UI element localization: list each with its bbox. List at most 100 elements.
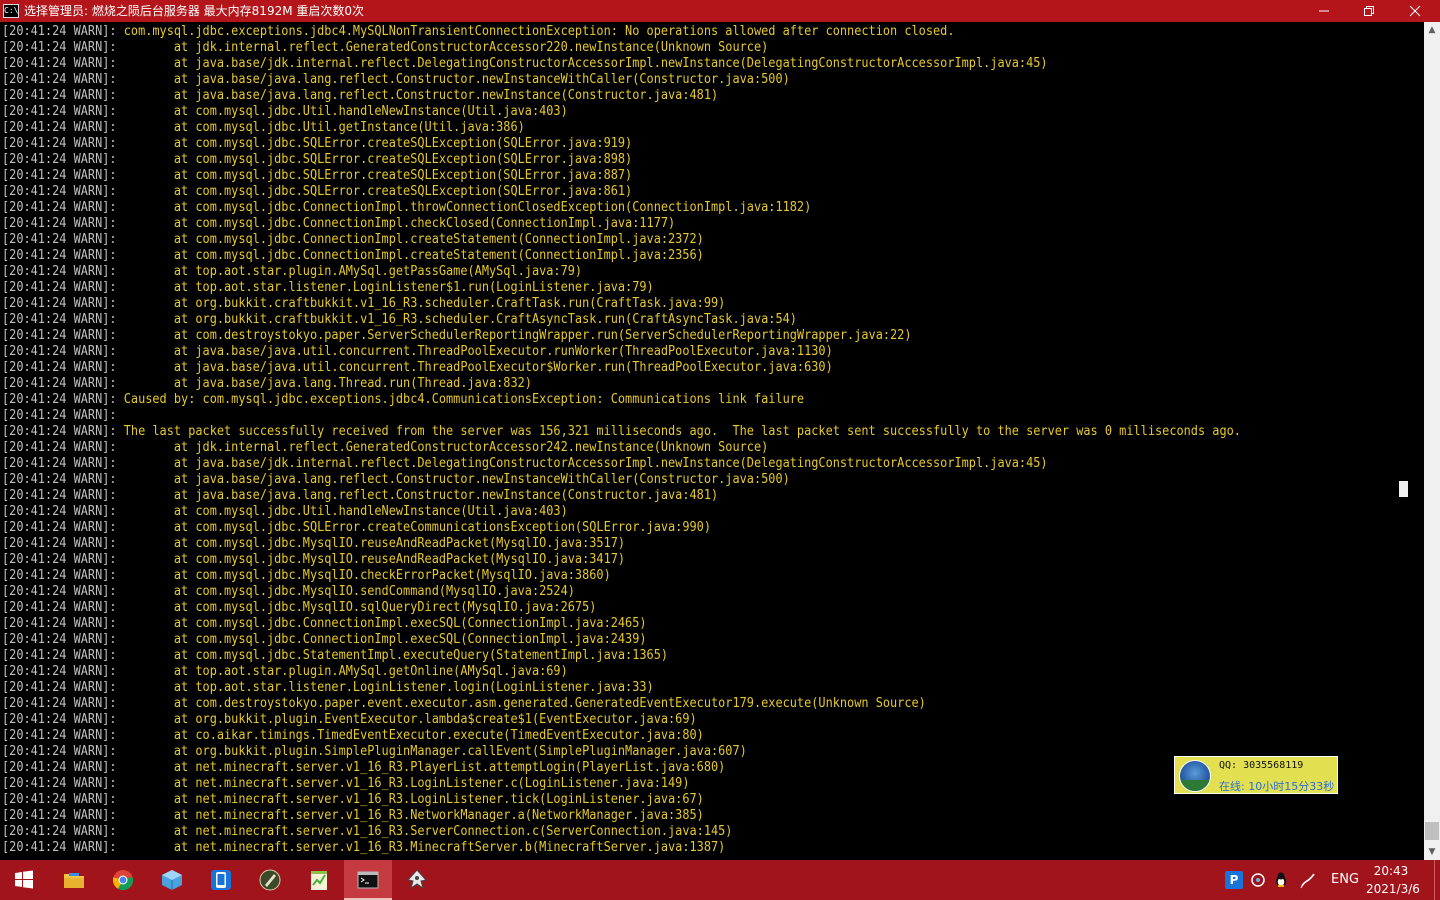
log-line: [20:41:24 WARN]: at java.base/java.lang.… [2, 488, 1241, 504]
log-message: at jdk.internal.reflect.GeneratedConstru… [123, 440, 769, 455]
log-prefix: [20:41:24 WARN]: [2, 568, 124, 583]
log-line: [20:41:24 WARN]: at top.aot.star.listene… [2, 680, 1241, 696]
log-prefix: [20:41:24 WARN]: [2, 120, 124, 135]
log-line: [20:41:24 WARN]: at com.mysql.jdbc.Conne… [2, 632, 1241, 648]
log-message: at java.base/java.util.concurrent.Thread… [123, 344, 833, 359]
log-line: [20:41:24 WARN]: [2, 408, 1241, 424]
log-message: at net.minecraft.server.v1_16_R3.PlayerL… [123, 760, 726, 775]
taskbar-command-prompt[interactable] [344, 860, 392, 900]
terminal-icon [357, 871, 379, 889]
log-line: [20:41:24 WARN]: at com.mysql.jdbc.Conne… [2, 616, 1241, 632]
log-message: at jdk.internal.reflect.GeneratedConstru… [123, 40, 769, 55]
log-prefix: [20:41:24 WARN]: [2, 72, 124, 87]
log-line: [20:41:24 WARN]: at top.aot.star.plugin.… [2, 664, 1241, 680]
log-message: at com.mysql.jdbc.Util.handleNewInstance… [123, 104, 568, 119]
restore-button[interactable] [1346, 0, 1392, 22]
log-message: at com.mysql.jdbc.ConnectionImpl.checkCl… [123, 216, 676, 231]
log-lines: [20:41:24 WARN]: com.mysql.jdbc.exceptio… [2, 24, 1356, 856]
log-line: [20:41:24 WARN]: at com.mysql.jdbc.Util.… [2, 504, 1241, 520]
taskbar-network-tool[interactable] [148, 860, 196, 900]
taskbar-minecraft-launcher[interactable] [246, 860, 294, 900]
log-message: at net.minecraft.server.v1_16_R3.Minecra… [123, 840, 726, 855]
scrollbar-thumb[interactable] [1425, 822, 1439, 840]
log-line: [20:41:24 WARN]: at com.mysql.jdbc.Util.… [2, 120, 1241, 136]
log-line: [20:41:24 WARN]: at net.minecraft.server… [2, 808, 1241, 824]
log-line: [20:41:24 WARN]: at com.mysql.jdbc.Conne… [2, 200, 1241, 216]
log-prefix: [20:41:24 WARN]: [2, 744, 124, 759]
show-desktop-button[interactable] [1434, 860, 1440, 900]
log-message: at com.mysql.jdbc.StatementImpl.executeQ… [123, 648, 669, 663]
scroll-up-arrow-icon[interactable]: ▲ [1424, 22, 1440, 38]
text-cursor [1399, 481, 1408, 497]
taskbar-notepad-plus[interactable] [295, 860, 343, 900]
log-message: at com.mysql.jdbc.SQLError.createCommuni… [123, 520, 711, 535]
notepad-icon [311, 871, 327, 890]
log-prefix: [20:41:24 WARN]: [2, 600, 124, 615]
cube-app-icon [162, 870, 182, 890]
close-button[interactable] [1392, 0, 1438, 22]
log-prefix: [20:41:24 WARN]: [2, 552, 124, 567]
log-message: at com.mysql.jdbc.MysqlIO.reuseAndReadPa… [123, 536, 626, 551]
inkscape-icon [407, 869, 427, 890]
log-prefix: [20:41:24 WARN]: [2, 440, 124, 455]
qq-online-popup[interactable]: QQ: 3035568119 在线: 10小时15分33秒 [1174, 756, 1338, 794]
log-line: [20:41:24 WARN]: at com.mysql.jdbc.SQLEr… [2, 520, 1241, 536]
log-message: at com.mysql.jdbc.ConnectionImpl.throwCo… [123, 200, 812, 215]
scroll-down-arrow-icon[interactable]: ▼ [1424, 844, 1440, 860]
log-line: [20:41:24 WARN]: at net.minecraft.server… [2, 824, 1241, 840]
penguin-icon[interactable] [1272, 871, 1290, 889]
minimize-button[interactable] [1301, 0, 1347, 22]
phone-icon [211, 870, 231, 890]
log-message: at com.mysql.jdbc.ConnectionImpl.createS… [123, 248, 704, 263]
console-output[interactable]: [20:41:24 WARN]: com.mysql.jdbc.exceptio… [0, 22, 1424, 858]
log-message: at org.bukkit.plugin.SimplePluginManager… [123, 744, 747, 759]
taskbar-inkscape[interactable] [393, 860, 441, 900]
log-prefix: [20:41:24 WARN]: [2, 632, 124, 647]
taskbar-chrome[interactable] [99, 860, 147, 900]
window-title: 选择管理员: 燃烧之陨后台服务器 最大内存8192M 重启次数0次 [24, 4, 365, 18]
log-prefix: [20:41:24 WARN]: [2, 424, 124, 439]
vertical-scrollbar[interactable]: ▲ ▼ [1424, 22, 1440, 860]
log-prefix: [20:41:24 WARN]: [2, 504, 124, 519]
log-message: at com.mysql.jdbc.MysqlIO.sqlQueryDirect… [123, 600, 597, 615]
log-message: at co.aikar.timings.TimedEventExecutor.e… [123, 728, 704, 743]
log-message: at java.base/jdk.internal.reflect.Delega… [123, 56, 1048, 71]
log-prefix: [20:41:24 WARN]: [2, 392, 124, 407]
qq-icon[interactable] [1249, 871, 1267, 889]
log-line: [20:41:24 WARN]: at java.base/java.util.… [2, 344, 1241, 360]
log-line: [20:41:24 WARN]: at net.minecraft.server… [2, 792, 1241, 808]
log-line: [20:41:24 WARN]: at top.aot.star.listene… [2, 280, 1241, 296]
clock-date: 2021/3/6 [1366, 882, 1420, 896]
log-message: at org.bukkit.plugin.EventExecutor.lambd… [123, 712, 697, 727]
window-titlebar[interactable]: C:\ 选择管理员: 燃烧之陨后台服务器 最大内存8192M 重启次数0次 [0, 0, 1440, 22]
log-message: at com.destroystokyo.paper.ServerSchedul… [123, 328, 912, 343]
log-prefix: [20:41:24 WARN]: [2, 616, 124, 631]
pen-icon[interactable] [1299, 871, 1317, 889]
log-prefix: [20:41:24 WARN]: [2, 232, 124, 247]
p-app-icon[interactable]: P [1225, 871, 1243, 889]
log-message: at top.aot.star.listener.LoginListener.l… [123, 680, 654, 695]
log-prefix: [20:41:24 WARN]: [2, 248, 124, 263]
log-prefix: [20:41:24 WARN]: [2, 408, 124, 423]
input-method-indicator[interactable]: ENG [1331, 860, 1359, 900]
log-message: at com.mysql.jdbc.MysqlIO.sendCommand(My… [123, 584, 575, 599]
log-line: [20:41:24 WARN]: at java.base/jdk.intern… [2, 456, 1241, 472]
log-line: [20:41:24 WARN]: at com.mysql.jdbc.Mysql… [2, 552, 1241, 568]
taskbar-phone-app[interactable] [197, 860, 245, 900]
log-line: [20:41:24 WARN]: at com.mysql.jdbc.Conne… [2, 216, 1241, 232]
qq-number-label: QQ: 3035568119 [1219, 760, 1304, 771]
log-prefix: [20:41:24 WARN]: [2, 264, 124, 279]
log-prefix: [20:41:24 WARN]: [2, 280, 124, 295]
log-message: at java.base/java.lang.Thread.run(Thread… [123, 376, 532, 391]
log-line: [20:41:24 WARN]: at org.bukkit.craftbukk… [2, 296, 1241, 312]
start-button[interactable] [0, 860, 48, 900]
log-line: [20:41:24 WARN]: at net.minecraft.server… [2, 760, 1241, 776]
log-message: at top.aot.star.plugin.AMySql.getOnline(… [123, 664, 568, 679]
log-line: [20:41:24 WARN]: at com.destroystokyo.pa… [2, 696, 1241, 712]
clock[interactable]: 20:43 2021/3/6 [1366, 862, 1420, 898]
log-line: [20:41:24 WARN]: at com.mysql.jdbc.Conne… [2, 232, 1241, 248]
log-message: at com.mysql.jdbc.Util.getInstance(Util.… [123, 120, 525, 135]
taskbar-file-explorer[interactable] [50, 860, 98, 900]
log-line: [20:41:24 WARN]: at org.bukkit.plugin.Ev… [2, 712, 1241, 728]
log-message: at com.mysql.jdbc.ConnectionImpl.createS… [123, 232, 704, 247]
